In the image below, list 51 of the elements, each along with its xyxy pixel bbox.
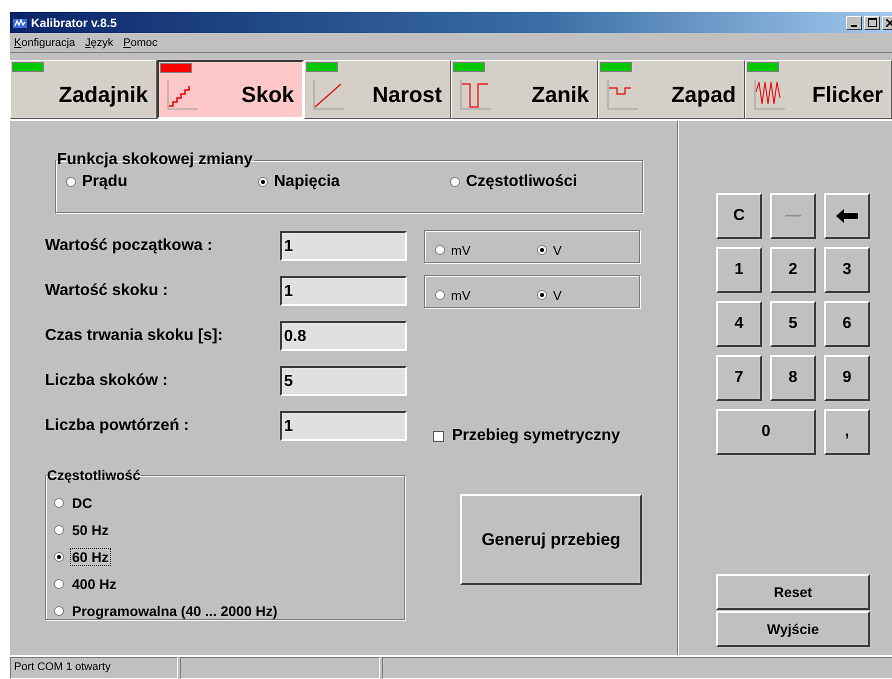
group-title: Funkcja skokowej zmiany <box>56 151 254 169</box>
status-text: Port COM 1 otwarty <box>10 657 178 679</box>
group-title: Częstotliwość <box>46 467 142 483</box>
action-button[interactable]: Reset <box>716 574 870 610</box>
radio-option[interactable]: Programowalna (40 ... 2000 Hz) <box>46 597 404 624</box>
keypad-key[interactable]: , <box>824 409 870 455</box>
radio-option[interactable]: Częstotliwości <box>450 173 642 191</box>
menu-item[interactable]: Pomoc <box>123 36 158 48</box>
keypad-key[interactable]: 9 <box>824 355 870 401</box>
keypad-key[interactable]: 8 <box>770 355 816 401</box>
radio-option[interactable]: Napięcia <box>258 173 450 191</box>
keypad-key[interactable]: 1 <box>716 247 762 293</box>
radio-option[interactable]: Prądu <box>66 173 258 191</box>
tab[interactable]: Skok <box>157 60 304 119</box>
radio-option[interactable]: V <box>537 288 639 302</box>
checkbox-option[interactable]: Przebieg symetryczny <box>433 427 620 445</box>
field-label: Wartość skoku : <box>45 282 169 300</box>
menu-item[interactable]: Język <box>85 36 114 48</box>
keypad-key[interactable]: 6 <box>824 301 870 347</box>
keypad-key[interactable]: C <box>716 193 762 239</box>
input-field[interactable]: 0.8 <box>280 321 407 351</box>
keypad-key[interactable]: 2 <box>770 247 816 293</box>
field-label: Wartość początkowa : <box>45 237 214 255</box>
window-title: Kalibrator v.8.5 <box>31 16 118 30</box>
field-label: Czas trwania skoku [s]: <box>45 327 224 345</box>
field-label: Liczba skoków : <box>45 372 169 390</box>
input-field[interactable]: 1 <box>280 276 407 306</box>
radio-option[interactable]: V <box>537 242 639 258</box>
tab[interactable]: Flicker <box>745 60 892 119</box>
radio-option[interactable]: mV <box>435 242 537 258</box>
menu-item[interactable]: Konfiguracja <box>14 36 76 48</box>
field-label: Liczba powtórzeń : <box>45 417 190 435</box>
keypad-key[interactable]: 4 <box>716 301 762 347</box>
radio-option[interactable]: DC <box>46 489 404 516</box>
keypad-key[interactable]: 3 <box>824 247 870 293</box>
keypad-key[interactable]: 0 <box>716 409 816 455</box>
tab[interactable]: Zapad <box>598 60 745 119</box>
tab[interactable]: Narost <box>304 60 451 119</box>
input-field[interactable]: 1 <box>280 231 407 261</box>
radio-option[interactable]: mV <box>435 288 537 302</box>
keypad-key[interactable]: 5 <box>770 301 816 347</box>
radio-option[interactable]: 400 Hz <box>46 570 404 597</box>
radio-option[interactable]: 50 Hz <box>46 516 404 543</box>
radio-option[interactable]: 60 Hz <box>46 543 404 570</box>
tab[interactable]: Zanik <box>451 60 598 119</box>
input-field[interactable]: 1 <box>280 411 407 441</box>
tab[interactable]: Zadajnik <box>10 60 157 119</box>
generate-button[interactable]: Generuj przebieg <box>460 494 642 585</box>
keypad-key[interactable]: 7 <box>716 355 762 401</box>
action-button[interactable]: Wyjście <box>716 611 870 647</box>
input-field[interactable]: 5 <box>280 366 407 396</box>
